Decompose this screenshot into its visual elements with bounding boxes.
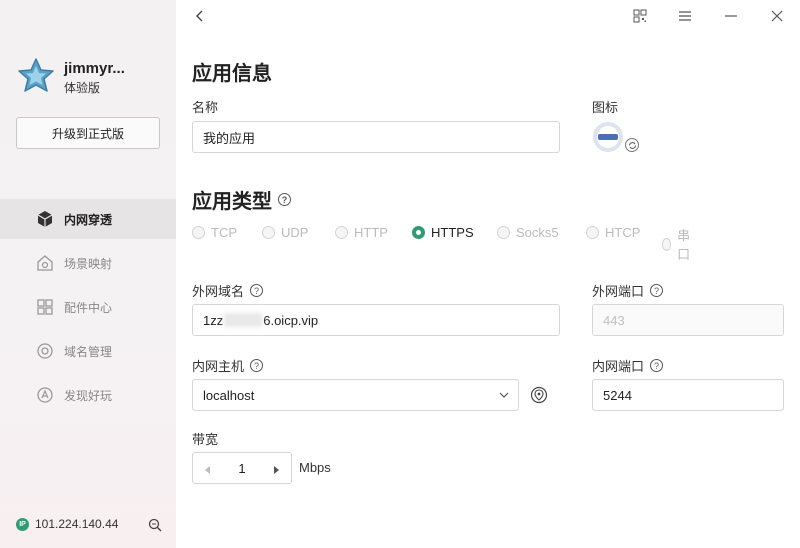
- radio-dot: [662, 237, 672, 251]
- radio-label: TCP: [211, 225, 237, 240]
- radio-udp[interactable]: UDP: [262, 225, 308, 240]
- name-label: 名称: [192, 100, 219, 115]
- sidebar-item-label: 域名管理: [64, 344, 113, 359]
- menu-icon[interactable]: [677, 8, 693, 24]
- grid-icon: [36, 298, 54, 316]
- help-icon[interactable]: ?: [650, 359, 664, 372]
- radio-https[interactable]: HTTPS: [412, 225, 474, 240]
- sidebar-item-label: 配件中心: [64, 300, 113, 315]
- discover-icon: [36, 386, 54, 404]
- bandwidth-stepper[interactable]: 1: [192, 452, 292, 484]
- locate-host-icon[interactable]: [530, 386, 548, 404]
- radio-dot: [586, 226, 599, 239]
- chevron-down-icon: [498, 389, 510, 401]
- sidebar-item-tunnel[interactable]: 内网穿透: [0, 199, 176, 239]
- radio-dot: [262, 226, 275, 239]
- ip-icon: IP: [16, 517, 29, 531]
- radio-dot: [335, 226, 348, 239]
- internal-port-label-text: 内网端口: [592, 359, 645, 374]
- internal-host-label-text: 内网主机: [192, 359, 245, 374]
- help-icon[interactable]: ?: [250, 284, 264, 297]
- user-tier: 体验版: [64, 81, 101, 95]
- redacted-region: [224, 313, 263, 327]
- internal-host-value: localhost: [203, 387, 255, 403]
- sidebar: jimmyr... 体验版 升级到正式版 内网穿透 场景映射 配件中心 域名管理…: [0, 0, 176, 548]
- increment-icon[interactable]: [271, 463, 281, 474]
- app-type-title-text: 应用类型: [192, 191, 272, 213]
- sidebar-item-discover[interactable]: 发现好玩: [0, 375, 176, 415]
- icon-label: 图标: [592, 100, 619, 115]
- external-domain-input[interactable]: 1zz 6.oicp.vip: [192, 304, 560, 336]
- scene-icon: [36, 254, 54, 272]
- close-icon[interactable]: [769, 8, 785, 24]
- external-port-label: 外网端口 ?: [592, 281, 664, 300]
- radio-serial[interactable]: 串口: [662, 225, 694, 263]
- app-icon[interactable]: [592, 121, 624, 153]
- radio-label: Socks5: [516, 225, 559, 240]
- radio-socks5[interactable]: Socks5: [497, 225, 559, 240]
- radio-dot: [497, 226, 510, 239]
- star-avatar-icon[interactable]: [16, 56, 56, 96]
- radio-label: HTTPS: [431, 225, 474, 240]
- help-icon[interactable]: ?: [250, 359, 264, 372]
- internal-port-input[interactable]: 5244: [592, 379, 784, 411]
- radio-dot: [192, 226, 205, 239]
- domain-suffix: 6.oicp.vip: [263, 312, 319, 328]
- bandwidth-label: 带宽: [192, 432, 219, 447]
- radio-label: HTCP: [605, 225, 641, 240]
- sidebar-item-label: 场景映射: [64, 256, 113, 271]
- box-icon: [36, 210, 54, 228]
- internal-port-label: 内网端口 ?: [592, 356, 664, 375]
- internal-host-select[interactable]: localhost: [192, 379, 519, 411]
- sidebar-item-accessories[interactable]: 配件中心: [0, 287, 176, 327]
- help-icon[interactable]: ?: [278, 193, 291, 206]
- radio-htcp[interactable]: HTCP: [586, 225, 640, 240]
- internal-host-label: 内网主机 ?: [192, 356, 264, 375]
- external-port-input: 443: [592, 304, 784, 336]
- sidebar-item-label: 发现好玩: [64, 388, 113, 403]
- qrcode-icon[interactable]: [632, 8, 648, 24]
- radio-label: 串口: [677, 228, 691, 262]
- back-icon[interactable]: [192, 8, 208, 24]
- app-name-input[interactable]: 我的应用: [192, 121, 560, 153]
- app-type-title: 应用类型 ?: [192, 185, 291, 214]
- external-domain-label: 外网域名 ?: [192, 281, 264, 300]
- sidebar-item-label: 内网穿透: [64, 212, 113, 227]
- refresh-icon[interactable]: [625, 138, 639, 152]
- radio-dot: [412, 226, 425, 239]
- help-icon[interactable]: ?: [650, 284, 664, 297]
- upgrade-button[interactable]: 升级到正式版: [16, 117, 160, 149]
- ip-address: 101.224.140.44: [35, 517, 119, 531]
- ip-address-bar: IP 101.224.140.44: [16, 517, 118, 531]
- app-info-title: 应用信息: [192, 63, 272, 85]
- domain-icon: [36, 342, 54, 360]
- user-name: jimmyr...: [64, 60, 125, 77]
- radio-label: HTTP: [354, 225, 388, 240]
- external-port-label-text: 外网端口: [592, 284, 645, 299]
- sidebar-item-domains[interactable]: 域名管理: [0, 331, 176, 371]
- radio-label: UDP: [281, 225, 309, 240]
- search-ip-icon[interactable]: [148, 518, 162, 532]
- radio-http[interactable]: HTTP: [335, 225, 388, 240]
- external-domain-label-text: 外网域名: [192, 284, 245, 299]
- sidebar-item-scene[interactable]: 场景映射: [0, 243, 176, 283]
- minimize-icon[interactable]: [723, 8, 739, 24]
- domain-prefix: 1zz: [203, 312, 224, 328]
- bandwidth-unit: Mbps: [299, 460, 331, 475]
- radio-tcp[interactable]: TCP: [192, 225, 237, 240]
